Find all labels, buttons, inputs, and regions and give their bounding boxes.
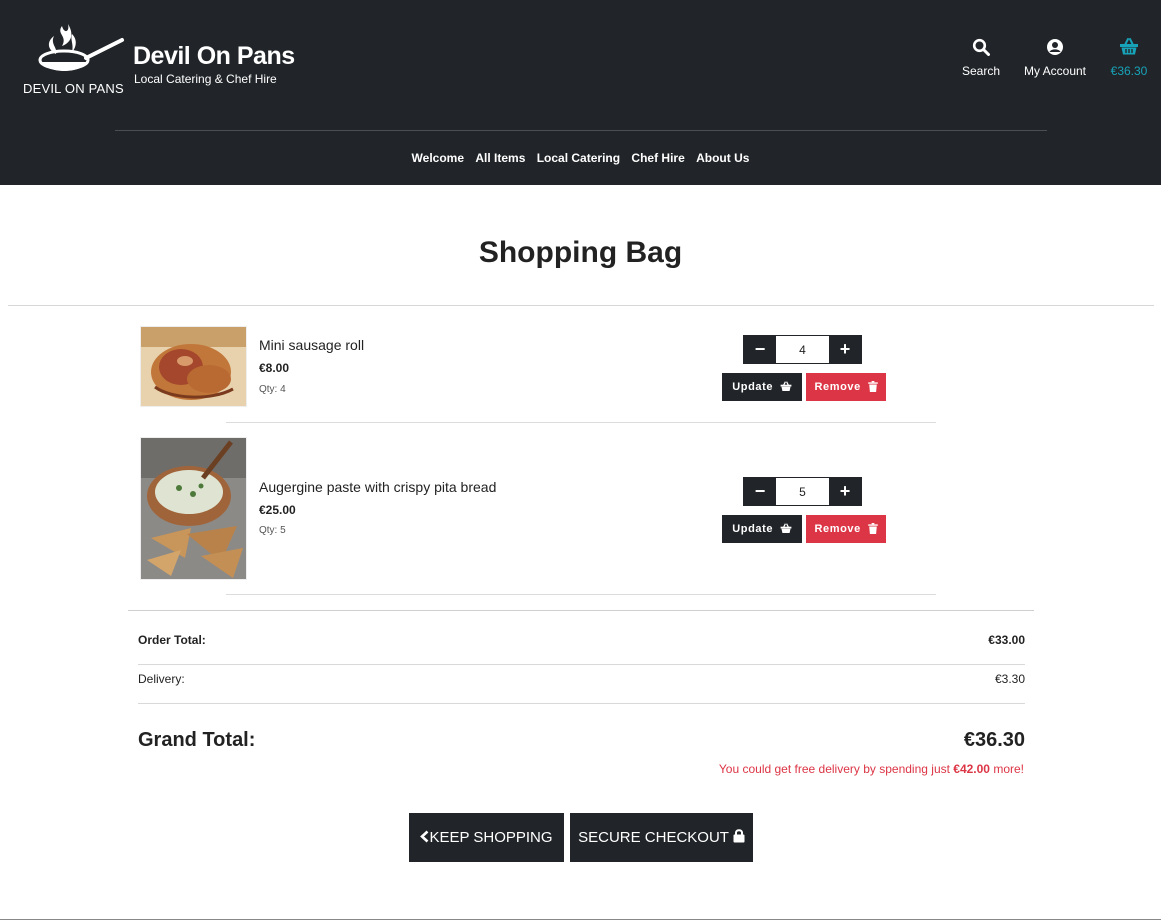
remove-button[interactable]: Remove: [806, 515, 886, 543]
header-divider: [115, 130, 1047, 131]
nav-item-about-us[interactable]: About Us: [696, 151, 749, 165]
totals-divider: [128, 610, 1034, 611]
product-image: [140, 437, 247, 580]
shopping-basket-icon: [1104, 38, 1154, 60]
page-bottom-border: [0, 919, 1161, 920]
search-link[interactable]: Search: [958, 38, 1004, 78]
main-nav: Welcome All Items Local Catering Chef Hi…: [0, 151, 1161, 165]
free-delivery-note: You could get free delivery by spending …: [719, 762, 1024, 776]
user-circle-icon: [1018, 38, 1092, 60]
brand-subtitle: Local Catering & Chef Hire: [134, 72, 277, 86]
update-label: Update: [732, 381, 774, 393]
increment-button[interactable]: +: [829, 478, 861, 505]
title-divider: [8, 305, 1154, 306]
secure-checkout-button[interactable]: SECURE CHECKOUT: [570, 813, 753, 862]
secure-checkout-label: SECURE CHECKOUT: [578, 829, 729, 846]
bag-item: Augergine paste with crispy pita bread €…: [140, 437, 940, 597]
increment-button[interactable]: +: [829, 336, 861, 363]
update-button[interactable]: Update: [722, 373, 802, 401]
item-price: €8.00: [259, 361, 290, 375]
decrement-button[interactable]: −: [744, 478, 776, 505]
quantity-input[interactable]: [776, 336, 829, 363]
item-name: Mini sausage roll: [259, 337, 365, 353]
shopping-basket-icon: [780, 523, 792, 533]
site-header: DEVIL ON PANS Devil On Pans Local Cateri…: [0, 0, 1161, 185]
item-price: €25.00: [259, 503, 296, 517]
quantity-input[interactable]: [776, 478, 829, 505]
site-logo[interactable]: DEVIL ON PANS: [20, 20, 124, 98]
update-label: Update: [732, 523, 774, 535]
flaming-pan-icon: [38, 24, 124, 71]
remove-label: Remove: [814, 381, 861, 393]
item-name: Augergine paste with crispy pita bread: [259, 479, 497, 495]
brand-title[interactable]: Devil On Pans: [133, 42, 295, 71]
nav-item-welcome[interactable]: Welcome: [412, 151, 464, 165]
logo-text: DEVIL ON PANS: [23, 81, 124, 96]
item-qty: Qty: 4: [259, 384, 286, 395]
totals-divider: [138, 703, 1025, 704]
free-delivery-suffix: more!: [989, 762, 1024, 776]
product-image: [140, 326, 247, 407]
delivery-label: Delivery:: [138, 672, 185, 686]
decrement-button[interactable]: −: [744, 336, 776, 363]
free-delivery-prefix: You could get free delivery by spending …: [718, 762, 954, 776]
item-qty: Qty: 5: [259, 525, 286, 536]
search-label: Search: [961, 64, 1001, 78]
trash-icon: [867, 381, 878, 392]
item-divider: [226, 594, 936, 595]
nav-item-local-catering[interactable]: Local Catering: [537, 151, 620, 165]
update-button[interactable]: Update: [722, 515, 802, 543]
trash-icon: [867, 523, 878, 534]
quantity-stepper: − +: [743, 477, 862, 506]
lock-icon: [733, 829, 745, 843]
delivery-value: €3.30: [994, 672, 1025, 686]
bag-total: €36.30: [1110, 64, 1148, 78]
order-total-value: €33.00: [988, 633, 1025, 647]
bag-item: Mini sausage roll €8.00 Qty: 4 − + Updat…: [140, 326, 940, 424]
free-delivery-amount: €42.00: [953, 762, 990, 776]
nav-item-all-items[interactable]: All Items: [475, 151, 525, 165]
my-account-label: My Account: [1023, 64, 1087, 78]
order-total-label: Order Total:: [138, 633, 206, 647]
totals-divider: [138, 664, 1025, 665]
remove-button[interactable]: Remove: [806, 373, 886, 401]
search-icon: [958, 38, 1004, 60]
quantity-stepper: − +: [743, 335, 862, 364]
my-account-link[interactable]: My Account: [1018, 38, 1092, 78]
remove-label: Remove: [814, 523, 861, 535]
keep-shopping-button[interactable]: KEEP SHOPPING: [409, 813, 564, 862]
item-divider: [226, 422, 936, 423]
shopping-bag-link[interactable]: €36.30: [1104, 38, 1154, 78]
grand-total-label: Grand Total:: [138, 729, 256, 751]
nav-item-chef-hire[interactable]: Chef Hire: [631, 151, 684, 165]
grand-total-value: €36.30: [963, 729, 1025, 751]
page-title: Shopping Bag: [478, 236, 683, 269]
shopping-basket-icon: [780, 381, 792, 391]
keep-shopping-label: KEEP SHOPPING: [429, 829, 553, 846]
